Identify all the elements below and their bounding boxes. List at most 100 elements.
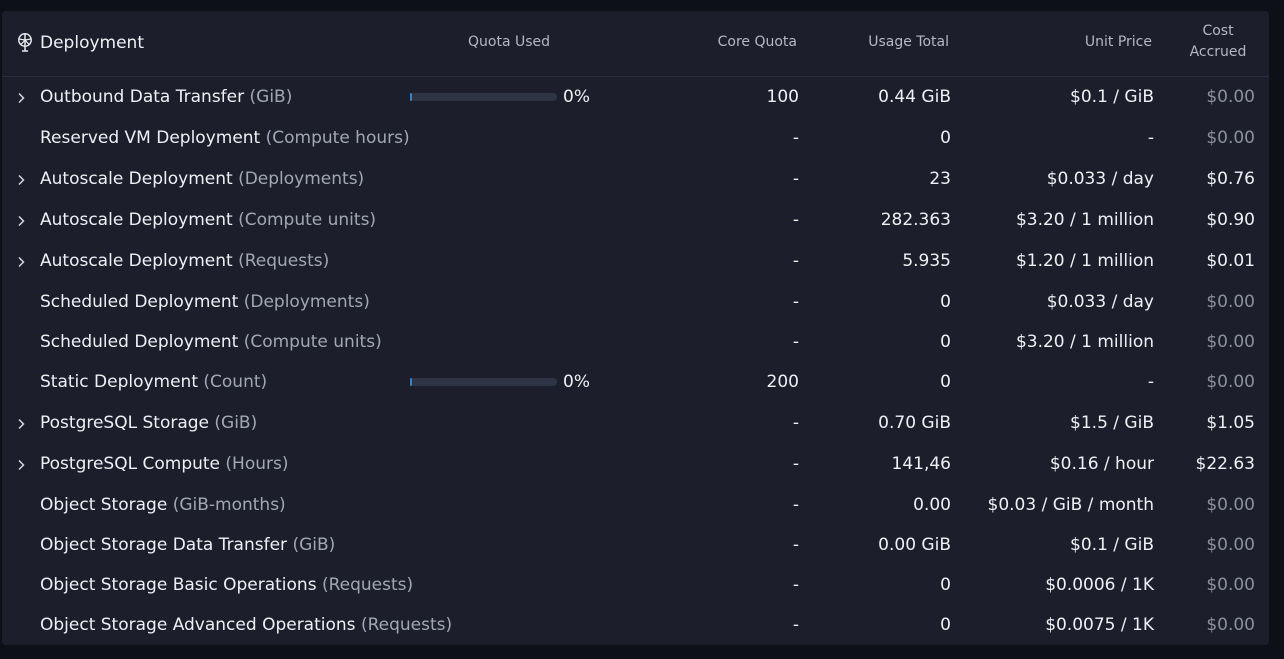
chevron-right-icon[interactable] (14, 171, 28, 186)
row-unit: (Compute units) (238, 210, 377, 230)
table-row: Object Storage Data Transfer (GiB) - 0.00 … (2, 525, 1269, 565)
quota-progress-bar (410, 378, 557, 386)
cost-accrued-value: $0.00 (1206, 495, 1255, 515)
core-quota-value: - (792, 413, 799, 433)
table-row: Static Deployment (Count) 0% 200 0 - $0.00 (2, 362, 1269, 402)
unit-price-value: $0.1 / GiB (1070, 535, 1154, 555)
chevron-right-icon[interactable] (14, 253, 28, 268)
row-name: Object Storage Data Transfer (GiB) (40, 534, 335, 556)
row-name: Object Storage Basic Operations (Request… (40, 574, 413, 596)
core-quota-value: - (792, 128, 799, 148)
table-row: Scheduled Deployment (Compute units) - 0 $3… (2, 322, 1269, 362)
table-row[interactable]: Autoscale Deployment (Deployments) - 23 $0.… (2, 159, 1269, 199)
quota-percent: 0% (563, 87, 590, 107)
core-quota-value: - (792, 495, 799, 515)
cost-accrued-value: $0.00 (1206, 292, 1255, 312)
row-label: PostgreSQL Storage (40, 413, 209, 433)
row-label: Scheduled Deployment (40, 332, 239, 352)
row-unit: (Compute hours) (265, 128, 410, 148)
column-header-unit-price[interactable]: Unit Price (1085, 32, 1152, 53)
quota-progress-fill (410, 378, 412, 386)
chevron-right-icon[interactable] (14, 212, 28, 227)
unit-price-value: $3.20 / 1 million (1015, 210, 1154, 230)
row-label: Object Storage (40, 495, 168, 515)
usage-total-value: 0 (940, 128, 951, 148)
column-header-cost-accrued[interactable]: Cost Accrued (1178, 21, 1258, 63)
unit-price-value: $0.033 / day (1046, 169, 1154, 189)
unit-price-value: $0.1 / GiB (1070, 87, 1154, 107)
cost-accrued-value: $0.76 (1206, 169, 1255, 189)
row-unit: (Compute units) (243, 332, 382, 352)
row-unit: (GiB-months) (172, 495, 286, 515)
core-quota-value: - (792, 535, 799, 555)
table-row[interactable]: PostgreSQL Compute (Hours) - 141,46 $0.16 /… (2, 444, 1269, 484)
deployment-icon (18, 33, 32, 52)
row-name: PostgreSQL Compute (Hours) (40, 453, 289, 475)
unit-price-value: $1.20 / 1 million (1015, 251, 1154, 271)
column-header-quota-used[interactable]: Quota Used (468, 32, 550, 53)
row-unit: (Requests) (238, 251, 330, 271)
table-header: Deployment Quota Used Core Quota Usage T… (2, 11, 1269, 77)
unit-price-value: $0.0075 / 1K (1045, 615, 1154, 635)
chevron-right-icon[interactable] (14, 89, 28, 104)
row-name: Scheduled Deployment (Compute units) (40, 331, 382, 353)
row-name: Outbound Data Transfer (GiB) (40, 86, 292, 108)
cost-accrued-value: $0.00 (1206, 128, 1255, 148)
usage-total-value: 5.935 (902, 251, 951, 271)
row-label: Object Storage Advanced Operations (40, 615, 356, 635)
column-header-usage-total[interactable]: Usage Total (868, 32, 949, 53)
table-row: Object Storage Basic Operations (Request… (2, 565, 1269, 605)
table-row[interactable]: PostgreSQL Storage (GiB) - 0.70 GiB $1.5 / … (2, 403, 1269, 443)
row-label: Scheduled Deployment (40, 292, 239, 312)
unit-price-value: $0.033 / day (1046, 292, 1154, 312)
row-unit: (Requests) (360, 615, 453, 635)
row-label: Autoscale Deployment (40, 169, 233, 189)
chevron-right-icon[interactable] (14, 456, 28, 471)
row-unit: (GiB) (214, 413, 258, 433)
row-label: Static Deployment (40, 372, 198, 392)
quota-progress-bar (410, 93, 557, 101)
core-quota-value: - (792, 210, 799, 230)
unit-price-value: $0.03 / GiB / month (987, 495, 1154, 515)
cost-accrued-value: $0.00 (1206, 87, 1255, 107)
column-header-core-quota[interactable]: Core Quota (718, 32, 797, 53)
row-label: Object Storage Data Transfer (40, 535, 288, 555)
usage-total-value: 0 (940, 292, 951, 312)
table-row: Object Storage Advanced Operations (Requ… (2, 605, 1269, 645)
usage-total-value: 0 (940, 332, 951, 352)
cost-accrued-value: $0.00 (1206, 615, 1255, 635)
row-unit: (Hours) (225, 454, 289, 474)
cost-accrued-value: $0.00 (1206, 332, 1255, 352)
usage-total-value: 23 (929, 169, 951, 189)
table-row[interactable]: Autoscale Deployment (Requests) - 5.935 $1.… (2, 241, 1269, 281)
row-name: Object Storage (GiB-months) (40, 494, 286, 516)
usage-total-value: 141,46 (891, 454, 951, 474)
quota-percent: 0% (563, 372, 590, 392)
unit-price-value: $3.20 / 1 million (1015, 332, 1154, 352)
row-label: Autoscale Deployment (40, 210, 233, 230)
row-name: Static Deployment (Count) (40, 371, 267, 393)
cost-accrued-line1: Cost (1202, 23, 1234, 39)
cost-accrued-value: $0.90 (1206, 210, 1255, 230)
core-quota-value: - (792, 169, 799, 189)
row-label: Outbound Data Transfer (40, 87, 245, 107)
row-label: Object Storage Basic Operations (40, 575, 317, 595)
chevron-right-icon[interactable] (14, 415, 28, 430)
table-row[interactable]: Autoscale Deployment (Compute units) - 282… (2, 200, 1269, 240)
unit-price-value: $0.16 / hour (1049, 454, 1154, 474)
row-label: Reserved VM Deployment (40, 128, 261, 148)
unit-price-value: $0.0006 / 1K (1045, 575, 1154, 595)
core-quota-value: - (792, 251, 799, 271)
core-quota-value: - (792, 575, 799, 595)
row-name: PostgreSQL Storage (GiB) (40, 412, 257, 434)
quota-progress-fill (410, 93, 412, 101)
unit-price-value: $1.5 / GiB (1070, 413, 1154, 433)
cost-accrued-value: $22.63 (1195, 454, 1255, 474)
table-row: Scheduled Deployment (Deployments) - 0 $0.0… (2, 282, 1269, 322)
table-row: Object Storage (GiB-months) - 0.00 $0.03 / … (2, 485, 1269, 525)
table-row[interactable]: Outbound Data Transfer (GiB) 0% 100 0.44 Gi… (2, 77, 1269, 117)
usage-total-value: 282.363 (880, 210, 951, 230)
cost-accrued-value: $0.01 (1206, 251, 1255, 271)
usage-total-value: 0 (940, 372, 951, 392)
row-name: Scheduled Deployment (Deployments) (40, 291, 370, 313)
